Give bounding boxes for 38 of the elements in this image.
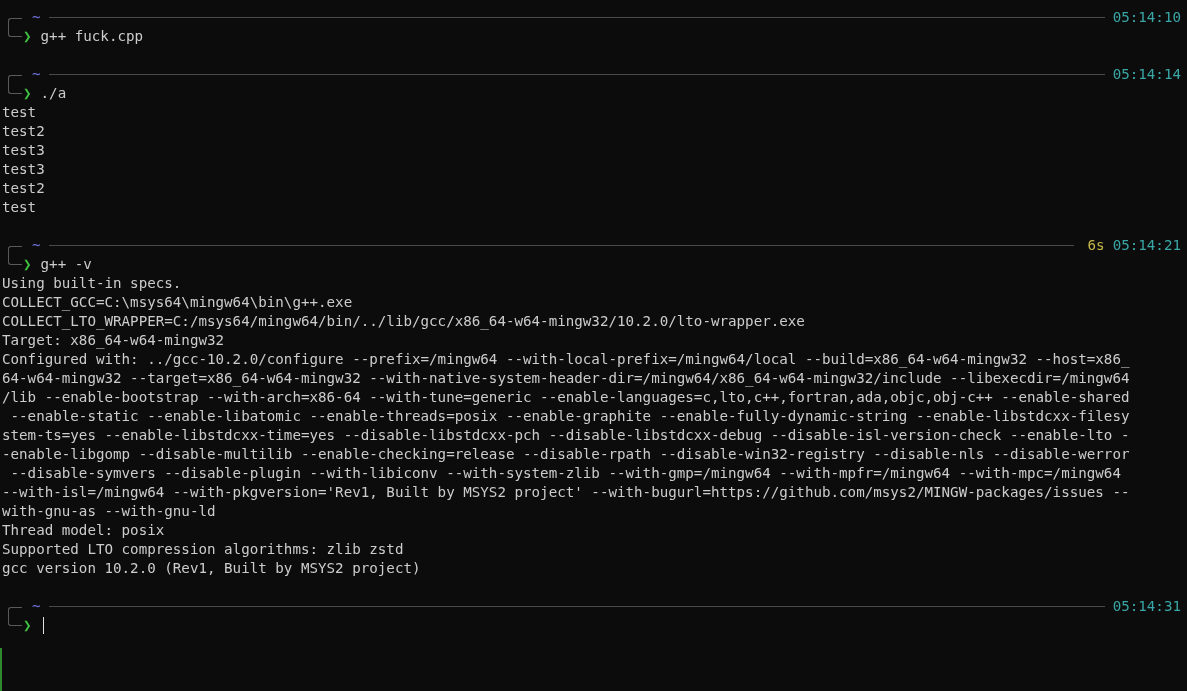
output-line: with-gnu-as --with-gnu-ld — [1, 502, 217, 521]
output-line: test — [1, 103, 38, 122]
output-line: --enable-static --enable-libatomic --enable-threads=posix --enable-graphite --enable-fully-dynamic-string --enable-libstdcxx-filesy — [9, 407, 1131, 426]
output-line: stem-ts=yes --enable-libstdcxx-time=yes --disable-libstdcxx-pch --disable-libstdcxx-debug --disable-isl-version-check --enable-lto - — [1, 426, 1131, 445]
output-line: /lib --enable-bootstrap --with-arch=x86-64 --with-tune=generic --enable-languages=c,lto,c++,fortran,ada,objc,obj-c++ --enable-shared — [1, 388, 1131, 407]
directory-label: ~ — [32, 236, 41, 255]
output-line: Thread model: posix — [1, 521, 166, 540]
output-line: test3 — [1, 141, 46, 160]
directory-label: ~ — [32, 8, 41, 27]
prompt-symbol: ❯ — [23, 27, 32, 46]
directory-label: ~ — [32, 65, 41, 84]
timestamp: 05:14:14 — [1112, 65, 1181, 84]
output-line: gcc version 10.2.0 (Rev1, Built by MSYS2 project) — [1, 559, 422, 578]
timestamp: 05:14:31 — [1112, 597, 1181, 616]
timestamp: 05:14:21 — [1112, 236, 1181, 255]
prompt-symbol: ❯ — [23, 84, 32, 103]
output-line: test2 — [1, 179, 46, 198]
duration-label: 6s — [1087, 236, 1105, 255]
output-line: Target: x86_64-w64-mingw32 — [1, 331, 226, 350]
output-line: COLLECT_GCC=C:\msys64\mingw64\bin\g++.exe — [1, 293, 354, 312]
output-line: 64-w64-mingw32 --target=x86_64-w64-mingw32 --with-native-system-header-dir=/mingw64/x86_64-w64-mingw32/include --libexecdir=/mingw64 — [1, 369, 1131, 388]
command-text: g++ fuck.cpp — [40, 27, 144, 46]
output-line: test — [1, 198, 38, 217]
timestamp: 05:14:10 — [1112, 8, 1181, 27]
output-line: Supported LTO compression algorithms: zlib zstd — [1, 540, 405, 559]
output-line: -enable-libgomp --disable-multilib --enable-checking=release --disable-rpath --disable-win32-registry --disable-nls --disable-werror — [1, 445, 1131, 464]
output-line: COLLECT_LTO_WRAPPER=C:/msys64/mingw64/bin/../lib/gcc/x86_64-w64-mingw32/10.2.0/lto-wrapper.exe — [1, 312, 806, 331]
output-line: --with-isl=/mingw64 --with-pkgversion='Rev1, Built by MSYS2 project' --with-bugurl=https://github.com/msys2/MINGW-packages/issues -- — [1, 483, 1131, 502]
command-text: ./a — [40, 84, 67, 103]
output-line: Using built-in specs. — [1, 274, 183, 293]
prompt-symbol: ❯ — [23, 255, 32, 274]
output-line: test3 — [1, 160, 46, 179]
prompt-symbol: ❯ — [23, 616, 32, 635]
output-line: --disable-symvers --disable-plugin --with-libiconv --with-system-zlib --with-gmp=/mingw64 --with-mpfr=/mingw64 --with-mpc=/mingw64 — [9, 464, 1122, 483]
command-text: g++ -v — [40, 255, 92, 274]
output-line: test2 — [1, 122, 46, 141]
directory-label: ~ — [32, 597, 41, 616]
output-line: Configured with: ../gcc-10.2.0/configure --prefix=/mingw64 --with-local-prefix=/mingw64/local --build=x86_64-w64-mingw32 --host=x86_ — [1, 350, 1131, 369]
